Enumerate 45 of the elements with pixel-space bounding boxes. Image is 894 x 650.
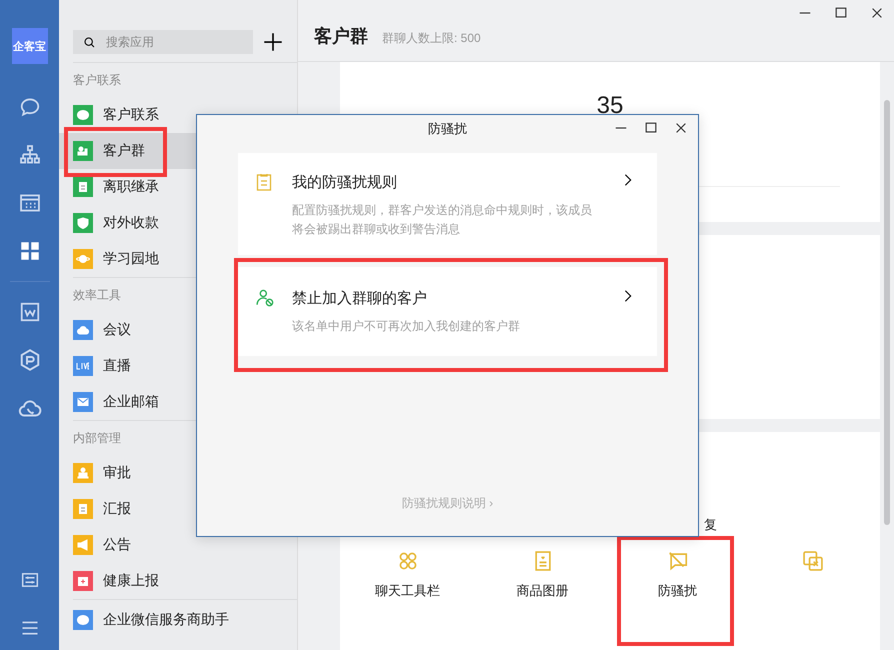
add-button[interactable]: [263, 32, 283, 52]
tool-tile[interactable]: 防骚扰: [610, 550, 745, 600]
maximize-button[interactable]: [644, 121, 658, 135]
user-block-icon: [256, 289, 274, 307]
sidebar-item[interactable]: 审批: [59, 455, 297, 491]
app-logo: 企客宝: [12, 28, 48, 64]
tool-tile[interactable]: 商品图册: [475, 550, 610, 600]
copy-close-icon: [802, 550, 824, 572]
close-button[interactable]: [674, 121, 688, 135]
search-field[interactable]: 搜索应用: [73, 30, 253, 54]
page-title: 客户群: [314, 25, 368, 48]
apps-grid-icon: [20, 241, 40, 261]
section-title: 内部管理: [73, 430, 122, 447]
sidebar-item[interactable]: 健康上报: [59, 563, 297, 599]
document-icon: [18, 301, 40, 323]
chat-slash-icon: [666, 550, 688, 572]
sidebar-item[interactable]: 客户联系: [59, 97, 297, 133]
scrollbar-thumb[interactable]: [884, 100, 890, 525]
option-title: 禁止加入群聊的客户: [292, 289, 428, 308]
tool-label: 复: [704, 517, 717, 532]
option-description: 该名单中用户不可再次加入我创建的客户群: [292, 318, 521, 335]
option-row[interactable]: 我的防骚扰规则 配置防骚扰规则，群客户发送的消息命中规则时，该成员将会被踢出群聊或收到警告消息: [238, 153, 657, 255]
org-chart-icon: [18, 144, 40, 166]
group-count: 35: [596, 92, 624, 120]
section-title: 效率工具: [73, 287, 122, 304]
search-icon: [83, 36, 96, 48]
dialog-title: 防骚扰: [428, 120, 467, 138]
maximize-button[interactable]: [834, 6, 848, 20]
group-limit-text: 群聊人数上限: 500: [382, 30, 481, 47]
sidebar-item[interactable]: 公告: [59, 527, 297, 563]
sliders-icon: [20, 571, 38, 589]
option-row[interactable]: 禁止加入群聊的客户 该名单中用户不可再次加入我创建的客户群: [238, 267, 657, 356]
sidebar-item[interactable]: 汇报: [59, 491, 297, 527]
chat-bubble-icon: [18, 96, 40, 118]
clover-icon: [396, 550, 418, 572]
sidebar-item[interactable]: 企业邮箱: [59, 384, 297, 420]
sidebar-item[interactable]: 企业微信服务商助手: [59, 602, 297, 638]
search-input[interactable]: 搜索应用: [104, 34, 244, 50]
option-description: 配置防骚扰规则，群客户发送的消息命中规则时，该成员将会被踢出群聊或收到警告消息: [292, 202, 592, 238]
calendar-icon: [18, 192, 40, 214]
section-title: 客户联系: [73, 72, 122, 89]
option-title: 我的防骚扰规则: [292, 173, 398, 192]
clipboard-icon: [256, 173, 272, 191]
close-button[interactable]: [870, 6, 884, 20]
tool-tile[interactable]: 聊天工具栏: [340, 550, 475, 600]
